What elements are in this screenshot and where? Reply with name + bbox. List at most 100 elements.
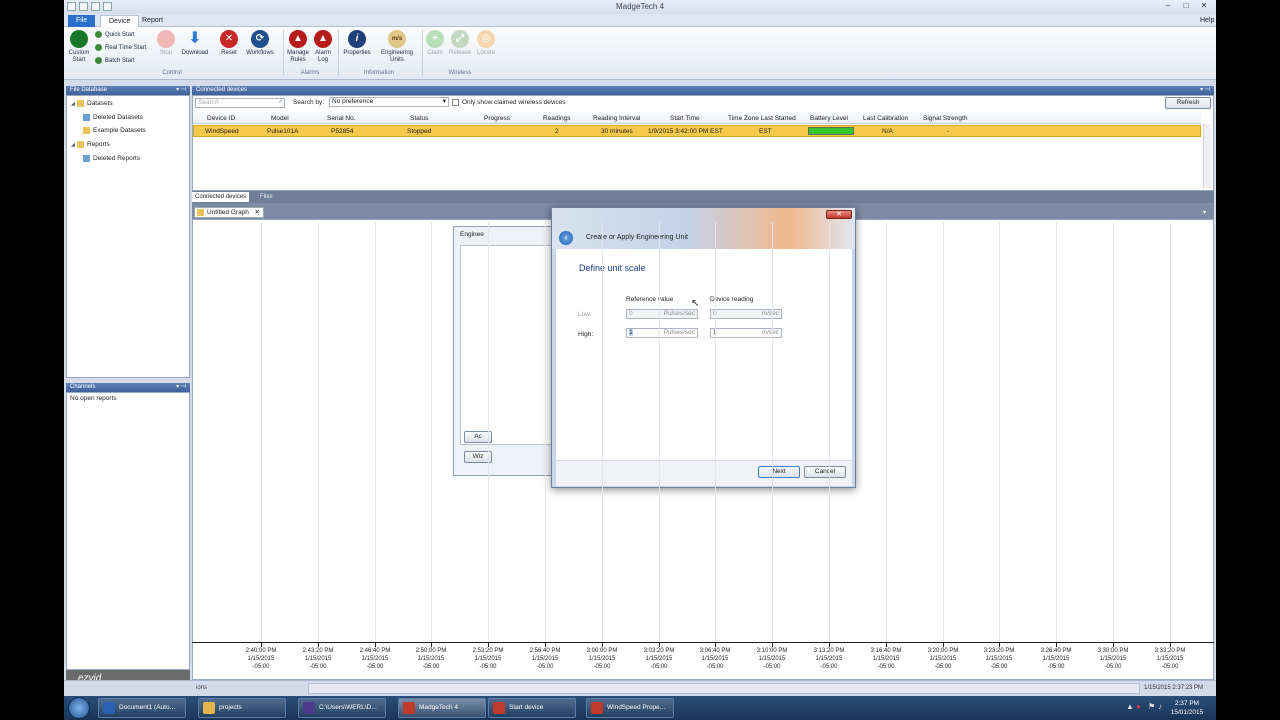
tray-chevron-icon[interactable]: ▲ — [1126, 702, 1134, 711]
tab-untitled-graph[interactable]: Untitled Graph ✕ — [194, 207, 264, 218]
tab-files[interactable]: Files — [257, 192, 276, 202]
tree-item-datasets[interactable]: ◢ Datasets — [71, 100, 113, 107]
tick-tz: -05:00 — [763, 664, 781, 670]
alarm-log-button[interactable]: ▲ Alarm Log — [312, 30, 334, 64]
column-last-calibration[interactable]: Last Calibration — [863, 115, 908, 122]
dialog-close-icon[interactable]: ✕ — [826, 210, 852, 219]
column-status[interactable]: Status — [410, 115, 428, 122]
tick-tz: -05:00 — [536, 664, 554, 670]
quick-start-button[interactable]: Quick Start — [95, 31, 135, 38]
column-reading-interval[interactable]: Reading Interval — [593, 115, 640, 122]
tick-tz: -05:00 — [1047, 664, 1065, 670]
engineering-unit-dialog: ✕ ‹ Create or Apply Engineering Unit Def… — [551, 207, 856, 488]
high-reference-input[interactable]: 1 Pulses/sec — [626, 328, 698, 338]
claim-button[interactable]: + Claim — [424, 30, 446, 57]
cell-serial: P52854 — [331, 128, 354, 135]
tick-time: 2:46:40 PM — [359, 648, 391, 654]
taskbar-item-label: Start device — [509, 704, 544, 711]
x-tick-label: 3:33:20 PM 1/15/2015 -05:00 — [1150, 647, 1190, 671]
column-signal-strength[interactable]: Signal Strength — [923, 115, 967, 122]
pin-icon[interactable]: ▾ ⊣ — [1200, 86, 1210, 95]
taskbar-app-icon — [303, 702, 315, 714]
tab-report[interactable]: Report — [134, 15, 171, 27]
graph-tab-menu-icon[interactable]: ▾ — [1203, 209, 1206, 216]
column-model[interactable]: Model — [271, 115, 289, 122]
release-icon: ⤢ — [451, 30, 469, 48]
x-tick-label: 3:16:40 PM 1/15/2015 -05:00 — [866, 647, 906, 671]
locate-button[interactable]: ◎ Locate — [474, 30, 498, 57]
column-time-zone[interactable]: Time Zone Last Started — [728, 115, 796, 122]
maximize-icon[interactable]: □ — [1180, 1, 1192, 11]
next-button[interactable]: Next — [758, 466, 800, 478]
search-by-select[interactable]: No preference ▾ — [329, 97, 449, 107]
real-time-start-button[interactable]: Real Time Start — [95, 44, 146, 51]
tick-date: 1/15/2015 — [247, 656, 275, 662]
close-tab-icon[interactable]: ✕ — [255, 208, 260, 217]
no-open-reports-text: No open reports — [70, 395, 117, 402]
batch-start-button[interactable]: Batch Start — [95, 57, 135, 64]
start-orb-icon[interactable] — [68, 697, 90, 719]
tray-flag-icon[interactable]: ⚑ — [1148, 702, 1155, 711]
back-arrow-icon[interactable]: ‹ — [559, 231, 573, 245]
tab-connected-devices[interactable]: Connected devices — [192, 192, 250, 202]
column-device-id[interactable]: Device ID — [207, 115, 235, 122]
devices-scrollbar[interactable] — [1203, 124, 1211, 188]
taskbar-item[interactable]: MadgeTech 4 — [398, 698, 486, 718]
taskbar-item[interactable]: Document1 (Auto... — [98, 698, 186, 718]
tick-date: 1/15/2015 — [474, 656, 502, 662]
download-button[interactable]: ⬇ Download — [178, 30, 212, 57]
cell-timezone: EST — [759, 128, 772, 135]
release-button[interactable]: ⤢ Release — [447, 30, 473, 57]
tick-tz: -05:00 — [934, 664, 952, 670]
taskbar-item[interactable]: projects — [198, 698, 286, 718]
custom-start-button[interactable]: Custom Start — [66, 30, 92, 64]
low-reference-input[interactable]: 0 Pulses/sec — [626, 309, 698, 319]
workflows-icon: ⟳ — [251, 30, 269, 48]
tree-item-deleted-reports[interactable]: Deleted Reports — [83, 155, 140, 162]
taskbar-item-label: WindSpeed Prope... — [607, 704, 666, 711]
tray-network-icon[interactable]: ● — [1136, 702, 1141, 711]
tree-item-reports[interactable]: ◢ Reports — [71, 141, 110, 148]
folder-icon — [83, 127, 90, 134]
taskbar-item[interactable]: Start device — [488, 698, 576, 718]
workflows-button[interactable]: ⟳ Workflows — [241, 30, 279, 57]
tray-volume-icon[interactable]: ♪ — [1158, 702, 1162, 711]
graph-icon — [197, 209, 204, 216]
cancel-button[interactable]: Cancel — [804, 466, 846, 478]
status-progress-area — [308, 683, 1140, 694]
column-readings[interactable]: Readings — [543, 115, 570, 122]
mouse-cursor-icon: ↖ — [691, 298, 700, 309]
tick-date: 1/15/2015 — [361, 656, 389, 662]
manage-rules-button[interactable]: ▲ Manage Rules — [284, 30, 312, 64]
tree-item-example-datasets[interactable]: Example Datasets — [83, 127, 146, 134]
pin-icon[interactable]: ▾ ⊣ — [176, 86, 186, 95]
stop-button[interactable]: Stop — [155, 30, 177, 57]
tab-file[interactable]: File — [68, 15, 96, 27]
column-start-time[interactable]: Start Time — [670, 115, 700, 122]
refresh-button[interactable]: Refresh — [1165, 97, 1211, 109]
close-icon[interactable]: ✕ — [1198, 1, 1210, 11]
device-search-input[interactable]: Search ⌕ — [195, 98, 285, 108]
reset-button[interactable]: ✕ Reset — [217, 30, 241, 57]
tick-date: 1/15/2015 — [417, 656, 445, 662]
engineering-units-button[interactable]: m/s Engineering Units — [376, 30, 418, 64]
play-icon — [95, 44, 102, 51]
tray-clock[interactable]: 2:37 PM 15/01/2015 — [1167, 699, 1207, 717]
column-battery-level[interactable]: Battery Level — [810, 115, 848, 122]
grid-line — [943, 222, 944, 642]
tree-item-deleted-datasets[interactable]: Deleted Datasets — [83, 114, 143, 121]
only-claimed-checkbox[interactable] — [452, 99, 459, 106]
column-progress[interactable]: Progress — [484, 115, 510, 122]
cell-device-id: WindSpeed — [205, 128, 239, 135]
folder-icon — [77, 141, 84, 148]
help-link[interactable]: Help — [1192, 15, 1216, 27]
minimize-icon[interactable]: – — [1162, 1, 1174, 11]
pin-icon[interactable]: ▾ ⊣ — [176, 383, 186, 392]
tick-time: 2:53:20 PM — [472, 648, 504, 654]
taskbar-item[interactable]: WindSpeed Prope... — [586, 698, 674, 718]
column-serial-no[interactable]: Serial No. — [327, 115, 356, 122]
properties-button[interactable]: i Properties — [340, 30, 374, 57]
tick-tz: -05:00 — [309, 664, 327, 670]
taskbar-item[interactable]: C:\Users\WERL\D... — [298, 698, 386, 718]
tick-date: 1/15/2015 — [304, 656, 332, 662]
